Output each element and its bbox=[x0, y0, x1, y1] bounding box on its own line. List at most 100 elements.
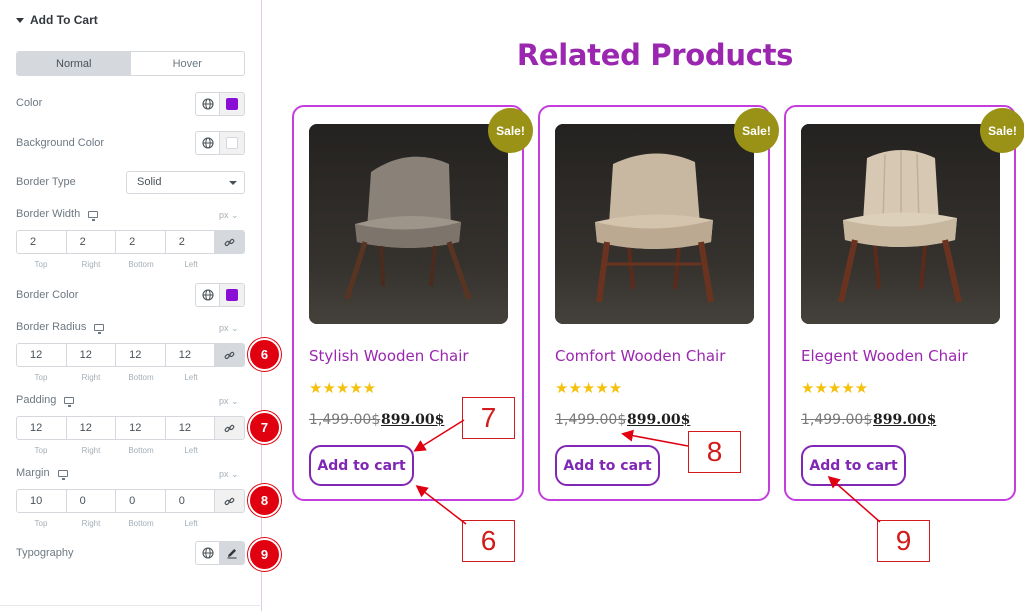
chair-illustration bbox=[555, 124, 754, 324]
border-width-captions: Top Right Bottom Left bbox=[16, 260, 216, 269]
regular-price: 1,499.00$ bbox=[309, 412, 381, 428]
border-color-label: Border Color bbox=[16, 289, 79, 301]
link-icon bbox=[224, 351, 235, 359]
unit-selector[interactable]: px ⌄ bbox=[219, 469, 239, 480]
margin-label: Margin bbox=[16, 467, 68, 480]
add-to-cart-button[interactable]: Add to cart bbox=[309, 445, 414, 486]
border-radius-bottom[interactable]: 12 bbox=[116, 344, 166, 366]
product-image[interactable] bbox=[555, 124, 754, 324]
dropdown-arrow-icon bbox=[229, 181, 237, 185]
unit-selector[interactable]: px ⌄ bbox=[219, 210, 239, 221]
style-panel: Add To Cart Normal Hover Color Backgroun… bbox=[0, 0, 281, 611]
border-width-label: Border Width bbox=[16, 208, 99, 221]
desktop-icon bbox=[64, 396, 75, 407]
padding-text: Padding bbox=[16, 394, 57, 406]
padding-top[interactable]: 12 bbox=[17, 417, 67, 439]
typography-label: Typography bbox=[16, 547, 74, 559]
product-image[interactable] bbox=[309, 124, 508, 324]
link-values-button[interactable] bbox=[215, 417, 244, 439]
link-icon bbox=[224, 238, 235, 246]
padding-inputs: 12 12 12 12 bbox=[16, 416, 245, 440]
padding-right[interactable]: 12 bbox=[67, 417, 117, 439]
margin-left[interactable]: 0 bbox=[166, 490, 216, 512]
globe-icon bbox=[201, 547, 214, 559]
caption-right: Right bbox=[81, 373, 101, 382]
sale-badge: Sale! bbox=[734, 108, 779, 153]
global-colors-button[interactable] bbox=[196, 132, 221, 154]
border-color-swatch[interactable] bbox=[220, 284, 244, 306]
caption-top: Top bbox=[34, 519, 48, 528]
callout-6: 6 bbox=[462, 520, 515, 562]
desktop-icon bbox=[94, 323, 105, 334]
edit-typography-button[interactable] bbox=[220, 542, 244, 564]
add-to-cart-button[interactable]: Add to cart bbox=[555, 445, 660, 486]
caption-top: Top bbox=[34, 446, 48, 455]
globe-icon bbox=[201, 289, 214, 301]
border-width-bottom[interactable]: 2 bbox=[116, 231, 166, 253]
caption-right: Right bbox=[81, 446, 101, 455]
background-color-swatch[interactable] bbox=[220, 132, 244, 154]
border-width-left[interactable]: 2 bbox=[166, 231, 216, 253]
product-title[interactable]: Comfort Wooden Chair bbox=[555, 347, 725, 365]
product-title[interactable]: Elegent Wooden Chair bbox=[801, 347, 968, 365]
product-title[interactable]: Stylish Wooden Chair bbox=[309, 347, 469, 365]
sale-price: 899.00$ bbox=[627, 412, 691, 428]
regular-price: 1,499.00$ bbox=[555, 412, 627, 428]
tab-hover[interactable]: Hover bbox=[131, 52, 245, 75]
callout-7: 7 bbox=[462, 397, 515, 439]
rating-stars: ★★★★★ bbox=[555, 380, 623, 397]
link-values-button[interactable] bbox=[215, 490, 244, 512]
sale-price: 899.00$ bbox=[873, 412, 937, 428]
caption-top: Top bbox=[34, 260, 48, 269]
rating-stars: ★★★★★ bbox=[801, 380, 869, 397]
unit-selector[interactable]: px ⌄ bbox=[219, 323, 239, 334]
link-values-button[interactable] bbox=[215, 231, 244, 253]
state-tabs: Normal Hover bbox=[16, 51, 245, 76]
border-radius-captions: Top Right Bottom Left bbox=[16, 373, 216, 382]
rating-stars: ★★★★★ bbox=[309, 380, 377, 397]
color-label: Color bbox=[16, 97, 43, 109]
border-type-label: Border Type bbox=[16, 176, 76, 188]
product-card: Sale! Stylish Wooden Chair ★★★★★ 1,499.0… bbox=[292, 105, 533, 501]
step-badge-7: 7 bbox=[248, 411, 281, 444]
color-swatch[interactable] bbox=[220, 93, 244, 115]
border-type-select[interactable]: Solid bbox=[126, 171, 245, 194]
global-colors-button[interactable] bbox=[196, 93, 221, 115]
margin-bottom[interactable]: 0 bbox=[116, 490, 166, 512]
border-radius-left[interactable]: 12 bbox=[166, 344, 216, 366]
background-color-control bbox=[195, 131, 245, 155]
border-radius-text: Border Radius bbox=[16, 321, 87, 333]
add-to-cart-button[interactable]: Add to cart bbox=[801, 445, 906, 486]
margin-top[interactable]: 10 bbox=[17, 490, 67, 512]
margin-right[interactable]: 0 bbox=[67, 490, 117, 512]
caption-right: Right bbox=[81, 519, 101, 528]
border-width-top[interactable]: 2 bbox=[17, 231, 67, 253]
padding-bottom[interactable]: 12 bbox=[116, 417, 166, 439]
panel-divider bbox=[0, 605, 262, 606]
chair-illustration bbox=[309, 124, 508, 324]
global-colors-button[interactable] bbox=[196, 284, 221, 306]
border-width-right[interactable]: 2 bbox=[67, 231, 117, 253]
border-radius-label: Border Radius bbox=[16, 321, 105, 334]
desktop-icon bbox=[88, 210, 99, 221]
product-image[interactable] bbox=[801, 124, 1000, 324]
link-values-button[interactable] bbox=[215, 344, 244, 366]
background-color-label: Background Color bbox=[16, 137, 105, 149]
unit-selector[interactable]: px ⌄ bbox=[219, 396, 239, 407]
tab-normal[interactable]: Normal bbox=[17, 52, 131, 75]
padding-captions: Top Right Bottom Left bbox=[16, 446, 216, 455]
border-radius-top[interactable]: 12 bbox=[17, 344, 67, 366]
border-radius-right[interactable]: 12 bbox=[67, 344, 117, 366]
link-icon bbox=[224, 424, 235, 432]
product-card: Sale! Elegent Wooden Chair ★★★★★ 1,499.0… bbox=[784, 105, 1024, 501]
global-fonts-button[interactable] bbox=[196, 542, 221, 564]
section-header[interactable]: Add To Cart bbox=[16, 13, 98, 27]
globe-icon bbox=[201, 98, 214, 110]
section-heading: Related Products bbox=[516, 38, 794, 72]
caption-top: Top bbox=[34, 373, 48, 382]
link-icon bbox=[224, 497, 235, 505]
caption-bottom: Bottom bbox=[128, 519, 154, 528]
caret-down-icon bbox=[16, 17, 24, 23]
padding-left[interactable]: 12 bbox=[166, 417, 216, 439]
step-badge-9: 9 bbox=[248, 538, 281, 571]
